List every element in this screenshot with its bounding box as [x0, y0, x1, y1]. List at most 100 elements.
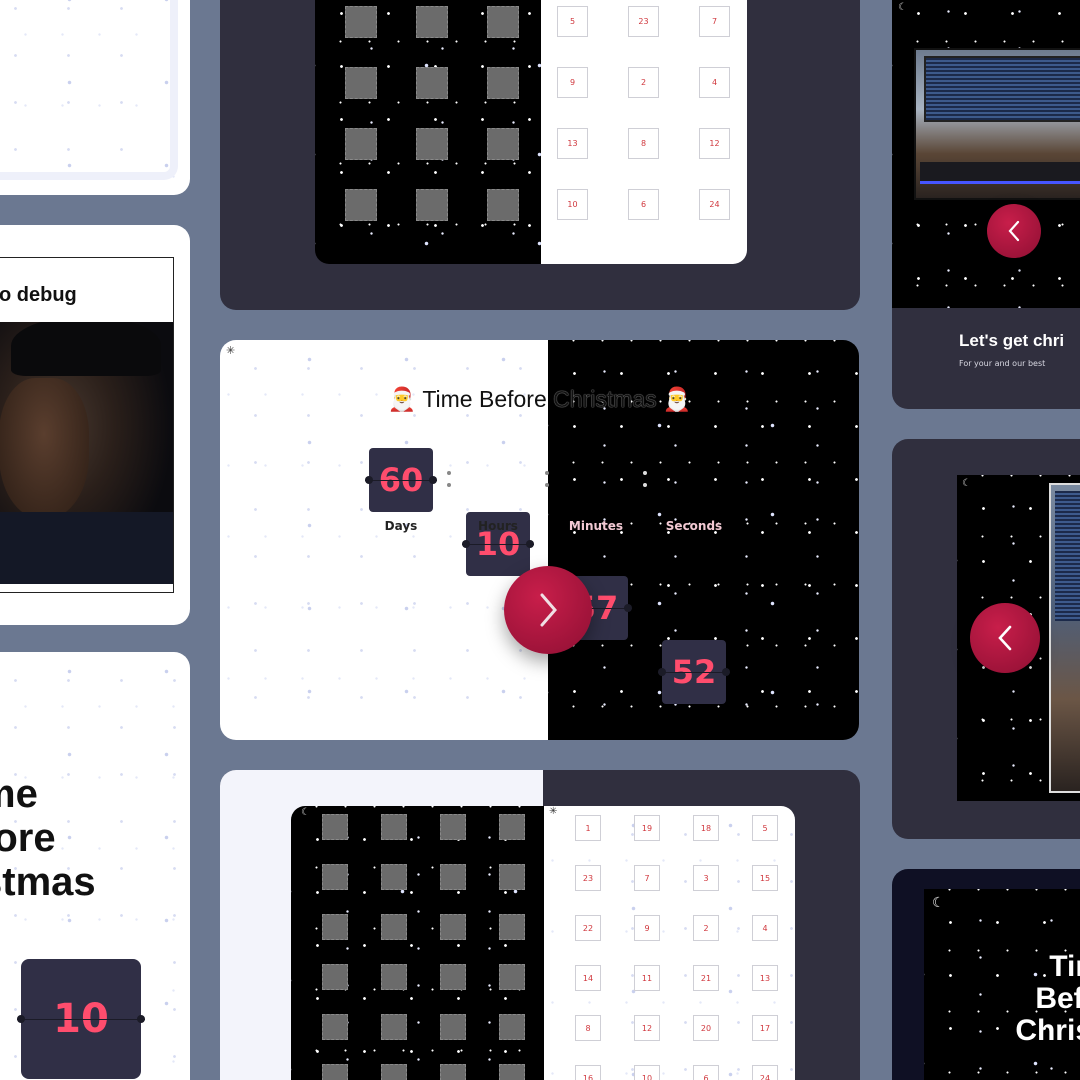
calendar-day-box[interactable]: 24 — [699, 189, 730, 220]
calendar-day-box[interactable] — [487, 189, 519, 221]
calendar-day-box[interactable] — [499, 864, 525, 890]
sun-icon[interactable]: ✳ — [226, 344, 235, 357]
moon-icon[interactable]: ☾ — [932, 895, 945, 911]
days-label: Days — [384, 519, 418, 533]
calendar-day-box[interactable]: 9 — [634, 915, 660, 941]
calendar-day-box[interactable]: 13 — [557, 128, 588, 159]
colon-dot — [447, 471, 451, 475]
calendar-day-box[interactable]: 12 — [699, 128, 730, 159]
calendar-day-box[interactable] — [322, 914, 348, 940]
dark-title-line-2: Befo — [1035, 982, 1080, 1015]
moon-icon[interactable]: ☾ — [898, 2, 907, 13]
calendar-day-box[interactable] — [381, 1064, 407, 1080]
calendar-day-box[interactable]: 7 — [634, 865, 660, 891]
santa-icon: 🎅 — [387, 386, 417, 412]
calendar-day-box[interactable] — [416, 189, 448, 221]
flip-hinge — [462, 540, 534, 548]
moon-icon[interactable]: ☾ — [301, 807, 310, 818]
calendar-day-box[interactable] — [322, 1064, 348, 1080]
calendar-day-box[interactable]: 4 — [752, 915, 778, 941]
calendar-day-box[interactable] — [499, 964, 525, 990]
calendar-day-box[interactable] — [381, 814, 407, 840]
sun-icon[interactable]: ✳ — [549, 806, 557, 817]
top-calendar-light-half: 5 23 7 9 2 4 13 8 12 10 6 24 — [541, 0, 747, 264]
calendar-day-box[interactable]: 17 — [752, 1015, 778, 1041]
calendar-day-box[interactable]: 14 — [575, 965, 601, 991]
calendar-day-box[interactable]: 7 — [699, 6, 730, 37]
calendar-day-box[interactable] — [440, 1064, 466, 1080]
calendar-day-box[interactable] — [381, 964, 407, 990]
calendar-day-box[interactable] — [440, 964, 466, 990]
calendar-day-box[interactable] — [487, 128, 519, 160]
calendar-day-box[interactable]: 24 — [752, 1065, 778, 1080]
calendar-day-box[interactable] — [322, 964, 348, 990]
calendar-day-box[interactable] — [440, 864, 466, 890]
calendar-day-box[interactable]: 23 — [628, 6, 659, 37]
next-button[interactable] — [504, 566, 592, 654]
promo-title: Let's get chri — [959, 331, 1065, 350]
colon-dot — [545, 471, 549, 475]
calendar-day-box[interactable] — [487, 6, 519, 38]
calendar-day-box[interactable] — [416, 6, 448, 38]
calendar-day-box[interactable]: 5 — [557, 6, 588, 37]
calendar-day-box[interactable] — [345, 67, 377, 99]
calendar-day-box[interactable]: 15 — [752, 865, 778, 891]
calendar-day-box[interactable]: 8 — [575, 1015, 601, 1041]
large-title-line-3: stmas — [0, 860, 96, 904]
monitor-shape — [924, 56, 1080, 122]
prev-button[interactable] — [987, 204, 1041, 258]
calendar-day-box[interactable] — [345, 6, 377, 38]
calendar-day-box[interactable] — [499, 1014, 525, 1040]
large-title-line-2: fore — [0, 816, 56, 860]
calendar-day-box[interactable] — [416, 67, 448, 99]
calendar-day-box[interactable] — [416, 128, 448, 160]
flip-hinge — [365, 476, 437, 484]
calendar-day-box[interactable]: 16 — [575, 1065, 601, 1080]
calendar-day-box[interactable]: 2 — [628, 67, 659, 98]
calendar-day-box[interactable]: 13 — [752, 965, 778, 991]
prev-button[interactable] — [970, 603, 1040, 673]
calendar-day-box[interactable]: 2 — [693, 915, 719, 941]
calendar-day-box[interactable]: 1 — [575, 815, 601, 841]
dark-title-line-1: Tim — [1049, 950, 1080, 983]
bottom-calendar-card: ☾ ✳ 1 19 18 5 23 7 3 15 22 9 2 4 14 11 21 13 8 12 20 17 16 10… — [220, 770, 860, 1080]
calendar-day-box[interactable] — [440, 814, 466, 840]
calendar-day-box[interactable] — [499, 914, 525, 940]
calendar-day-box[interactable]: 11 — [634, 965, 660, 991]
calendar-day-box[interactable]: 23 — [575, 865, 601, 891]
calendar-day-box[interactable]: 10 — [634, 1065, 660, 1080]
calendar-day-box[interactable] — [487, 67, 519, 99]
calendar-day-box[interactable] — [322, 1014, 348, 1040]
calendar-day-box[interactable]: 19 — [634, 815, 660, 841]
calendar-day-box[interactable]: 21 — [693, 965, 719, 991]
calendar-day-box[interactable] — [440, 914, 466, 940]
calendar-day-box[interactable] — [381, 914, 407, 940]
calendar-day-box[interactable]: 8 — [628, 128, 659, 159]
calendar-day-box[interactable]: 5 — [752, 815, 778, 841]
calendar-day-box[interactable] — [381, 864, 407, 890]
calendar-day-box[interactable]: 3 — [693, 865, 719, 891]
calendar-day-box[interactable]: 9 — [557, 67, 588, 98]
calendar-day-box[interactable] — [381, 1014, 407, 1040]
calendar-day-box[interactable] — [499, 814, 525, 840]
calendar-day-box[interactable]: 10 — [557, 189, 588, 220]
calendar-day-box[interactable]: 22 — [575, 915, 601, 941]
calendar-day-box[interactable] — [499, 1064, 525, 1080]
flip-hinge — [17, 1015, 145, 1023]
calendar-day-box[interactable]: 6 — [693, 1065, 719, 1080]
calendar-day-box[interactable] — [322, 814, 348, 840]
calendar-day-box[interactable] — [345, 128, 377, 160]
calendar-day-box[interactable]: 18 — [693, 815, 719, 841]
monitor-shape — [1055, 491, 1080, 621]
calendar-day-box[interactable]: 20 — [693, 1015, 719, 1041]
calendar-day-box[interactable] — [440, 1014, 466, 1040]
calendar-day-box[interactable] — [322, 864, 348, 890]
calendar-day-box[interactable]: 6 — [628, 189, 659, 220]
slider-card: ☾ — [892, 439, 1080, 839]
calendar-day-box[interactable]: 12 — [634, 1015, 660, 1041]
calendar-day-box[interactable] — [345, 189, 377, 221]
bottom-calendar-dark-half: ☾ — [291, 806, 544, 1080]
santa-icon: 🎅 — [662, 386, 692, 412]
calendar-day-box[interactable]: 4 — [699, 67, 730, 98]
moon-icon[interactable]: ☾ — [962, 478, 971, 489]
